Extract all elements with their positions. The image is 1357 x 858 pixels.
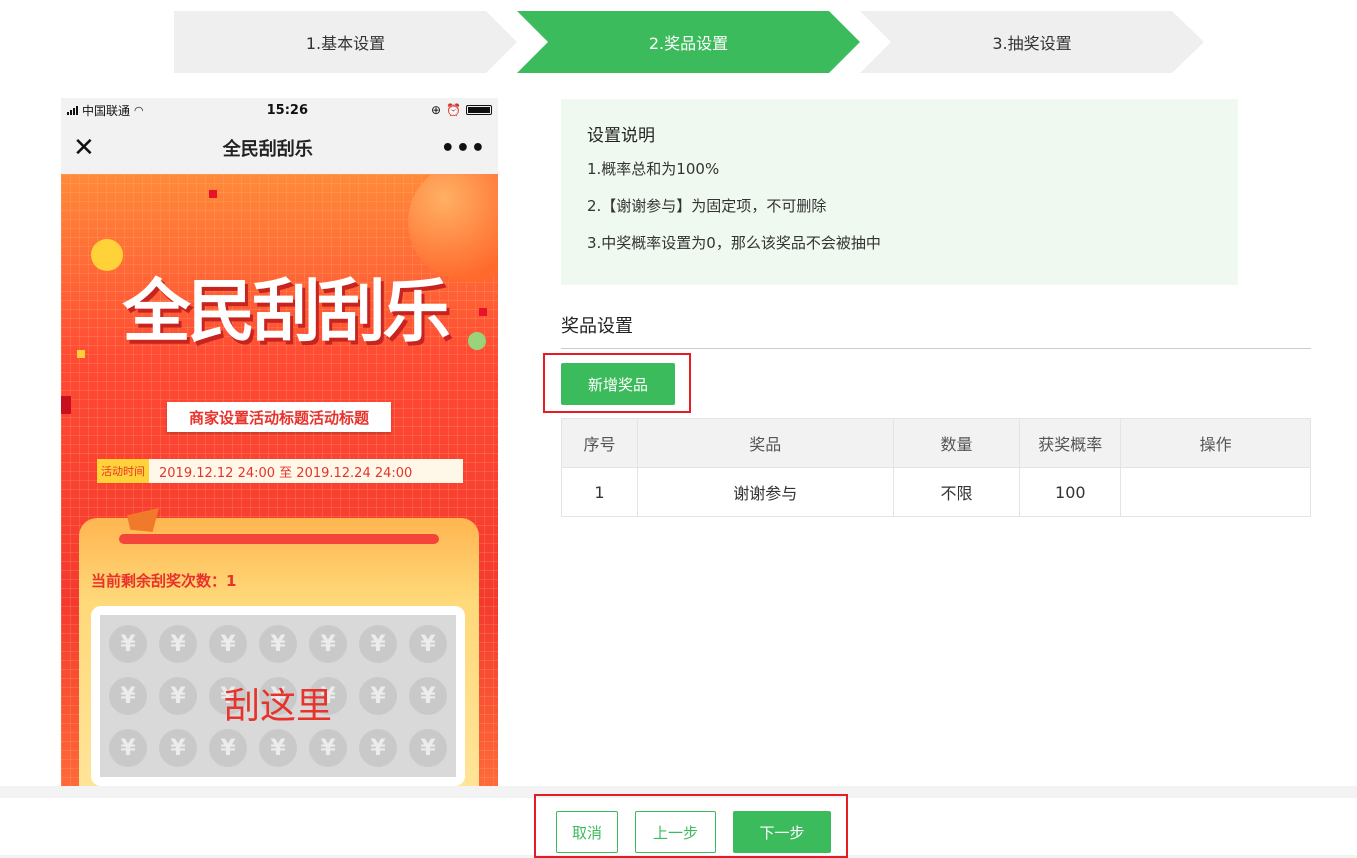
step-draw-settings[interactable]: 3.抽奖设置 <box>860 11 1204 73</box>
box-slot <box>119 534 439 544</box>
scratch-card: ¥ ¥ ¥ ¥ ¥ ¥ ¥ ¥ ¥ ¥ ¥ ¥ ¥ ¥ ¥ ¥ ¥ ¥ ¥ ¥ ¥ 刮这里 <box>91 606 465 786</box>
page: 1.基本设置 2.奖品设置 3.抽奖设置 中国联通 ◠ 15:26 ⊕ ⏰ ✕ … <box>0 0 1357 858</box>
table-row: 1 谢谢参与 不限 100 <box>561 467 1311 517</box>
decor-circle-green <box>468 332 486 350</box>
coin-icon: ¥ <box>309 625 347 663</box>
coin-icon: ¥ <box>309 729 347 767</box>
coin-icon: ¥ <box>109 729 147 767</box>
table-header-row: 序号 奖品 数量 获奖概率 操作 <box>561 418 1311 468</box>
poster-big-title: 全民刮刮乐 <box>122 273 450 352</box>
cell-quantity: 不限 <box>892 467 1021 517</box>
decor-square <box>77 350 85 358</box>
phone-status-bar: 中国联通 ◠ 15:26 ⊕ ⏰ <box>61 98 498 122</box>
scratch-area[interactable]: ¥ ¥ ¥ ¥ ¥ ¥ ¥ ¥ ¥ ¥ ¥ ¥ ¥ ¥ ¥ ¥ ¥ ¥ ¥ ¥ ¥ 刮这里 <box>100 615 456 777</box>
phone-nav-bar: ✕ 全民刮刮乐 ••• <box>61 122 498 174</box>
decor-square <box>209 190 217 198</box>
section-divider <box>561 348 1311 349</box>
phone-page-title: 全民刮刮乐 <box>222 139 313 160</box>
coin-icon: ¥ <box>109 625 147 663</box>
wifi-icon: ◠ <box>134 103 144 117</box>
step-basic-settings[interactable]: 1.基本设置 <box>174 11 517 73</box>
highlight-box-footer-buttons <box>534 794 848 858</box>
activity-time-label: 活动时间 <box>97 459 149 483</box>
activity-time-row: 活动时间 2019.12.12 24:00 至 2019.12.24 24:00 <box>97 459 463 483</box>
coin-icon: ¥ <box>409 625 447 663</box>
instruction-line: 3.中奖概率设置为0，那么该奖品不会被抽中 <box>587 234 881 252</box>
coin-icon: ¥ <box>409 729 447 767</box>
col-header-probability: 获奖概率 <box>1019 418 1122 468</box>
scratch-card-poster: 全民刮刮乐 商家设置活动标题活动标题 活动时间 2019.12.12 24:00… <box>61 174 498 788</box>
instruction-line: 1.概率总和为100% <box>587 160 720 178</box>
battery-icon <box>466 105 492 115</box>
prize-table: 序号 奖品 数量 获奖概率 操作 1 谢谢参与 不限 100 <box>561 418 1311 517</box>
coin-icon: ¥ <box>209 729 247 767</box>
cell-prize: 谢谢参与 <box>636 467 894 517</box>
status-time: 15:26 <box>266 102 308 118</box>
remaining-chances: 当前剩余刮奖次数：1 <box>91 572 237 590</box>
col-header-index: 序号 <box>561 418 638 468</box>
coin-icon: ¥ <box>209 625 247 663</box>
decor-square <box>61 396 71 414</box>
cell-actions <box>1120 467 1311 517</box>
orientation-lock-icon: ⊕ <box>430 103 442 117</box>
scratch-here-label: 刮这里 <box>223 686 332 727</box>
coin-icon: ¥ <box>259 729 297 767</box>
coin-icon: ¥ <box>159 625 197 663</box>
more-icon[interactable]: ••• <box>441 136 486 161</box>
alarm-icon: ⏰ <box>446 103 461 117</box>
col-header-actions: 操作 <box>1120 418 1311 468</box>
carrier-name: 中国联通 <box>82 103 131 118</box>
settings-instructions: 设置说明 1.概率总和为100% 2.【谢谢参与】为固定项，不可删除 3.中奖概… <box>561 99 1238 285</box>
highlight-box-add-prize <box>543 353 691 413</box>
close-icon[interactable]: ✕ <box>73 135 95 161</box>
prize-section-title: 奖品设置 <box>561 316 633 337</box>
instruction-line: 2.【谢谢参与】为固定项，不可删除 <box>587 197 827 215</box>
coin-icon: ¥ <box>359 729 397 767</box>
cell-probability: 100 <box>1019 467 1122 517</box>
activity-time-range: 2019.12.12 24:00 至 2019.12.24 24:00 <box>159 465 413 481</box>
instructions-title: 设置说明 <box>587 126 655 146</box>
activity-title: 商家设置活动标题活动标题 <box>167 402 391 432</box>
phone-preview: 中国联通 ◠ 15:26 ⊕ ⏰ ✕ 全民刮刮乐 ••• 全民刮刮乐 商家设置活… <box>61 98 498 788</box>
scratch-box: 当前剩余刮奖次数：1 ¥ ¥ ¥ ¥ ¥ ¥ ¥ ¥ ¥ ¥ ¥ ¥ ¥ ¥ ¥ ¥ ¥ ¥ ¥ ¥ ¥ 刮这里 <box>79 508 479 788</box>
coin-icon: ¥ <box>359 625 397 663</box>
decor-square <box>479 308 487 316</box>
cell-index: 1 <box>561 467 638 517</box>
step-prize-settings[interactable]: 2.奖品设置 <box>517 11 860 73</box>
step-progress: 1.基本设置 2.奖品设置 3.抽奖设置 <box>174 11 1204 73</box>
col-header-quantity: 数量 <box>892 418 1021 468</box>
col-header-prize: 奖品 <box>636 418 894 468</box>
coin-icon: ¥ <box>159 729 197 767</box>
coin-icon: ¥ <box>259 625 297 663</box>
signal-icon <box>67 105 78 115</box>
